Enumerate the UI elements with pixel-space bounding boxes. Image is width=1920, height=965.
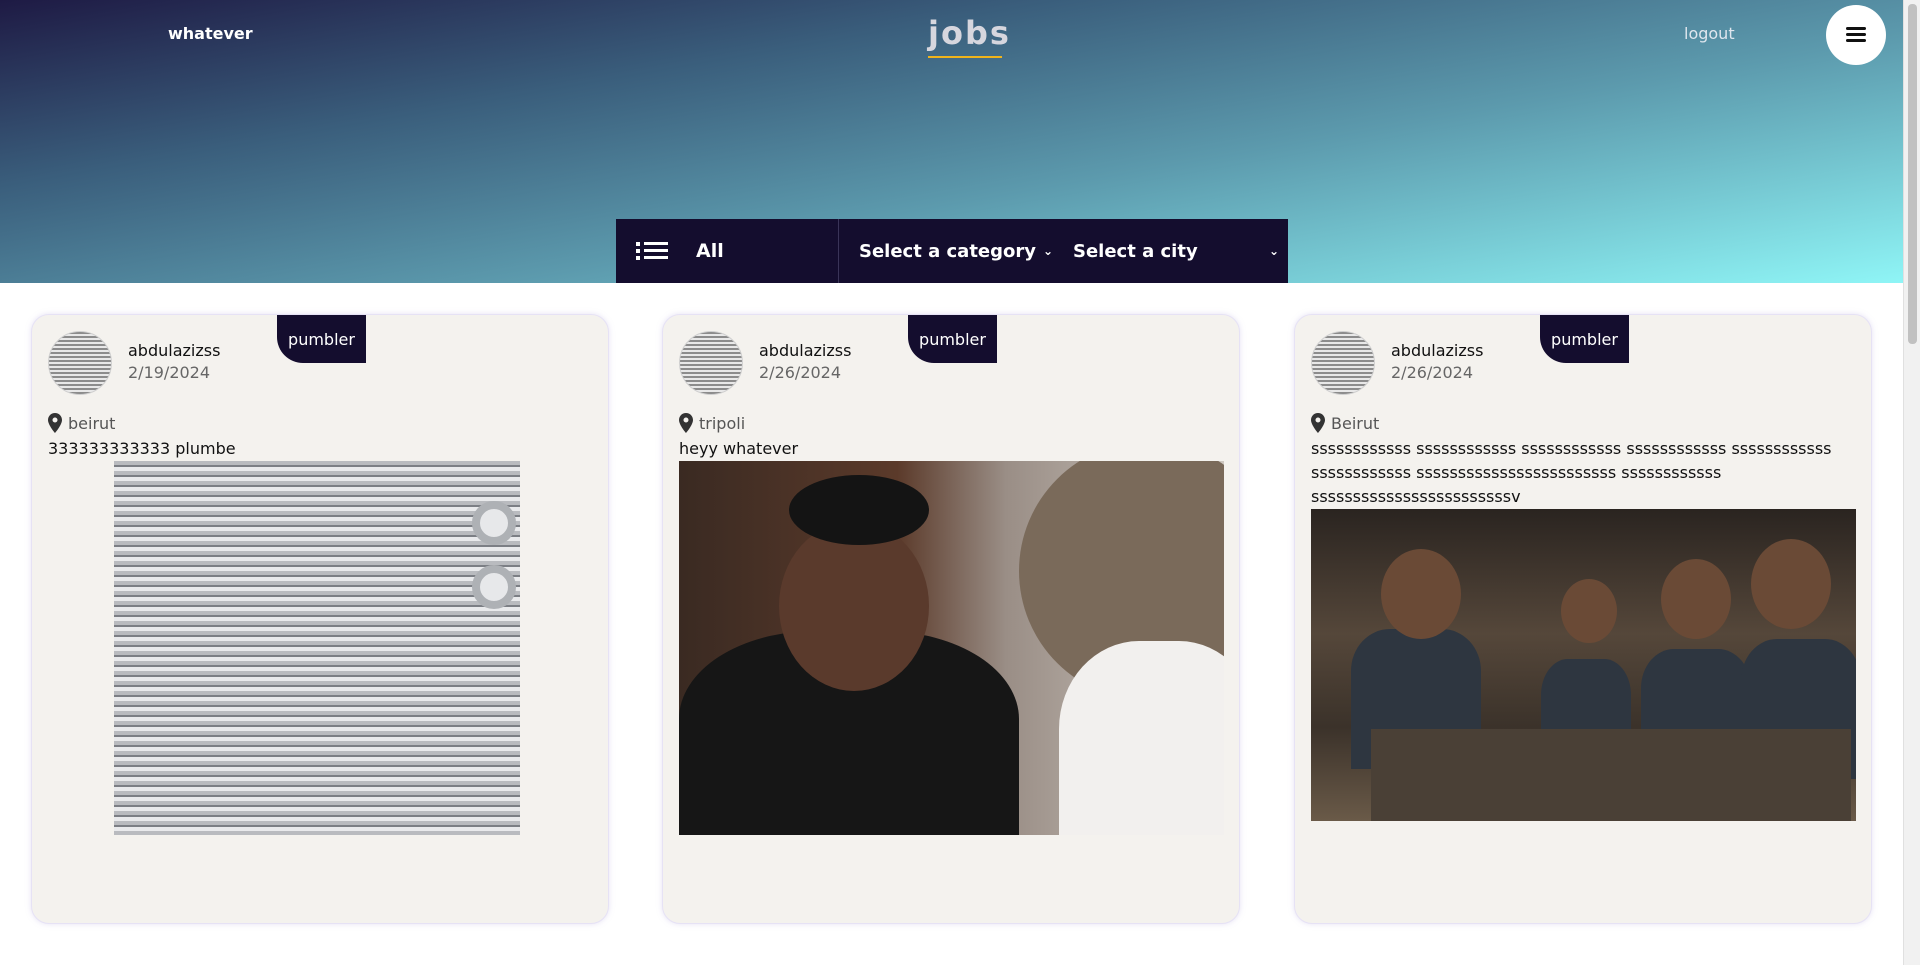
username[interactable]: abdulazizss: [128, 341, 220, 360]
location: tripoli: [679, 413, 745, 433]
category-badge: pumbler: [908, 315, 997, 363]
post-description: ssssssssssss ssssssssssss ssssssssssss s…: [1311, 439, 1832, 506]
post-image[interactable]: [1311, 509, 1856, 821]
category-badge: pumbler: [1540, 315, 1629, 363]
avatar[interactable]: [679, 331, 743, 395]
post-card[interactable]: pumbler abdulazizss 2/26/2024 Beirut sss…: [1294, 314, 1872, 924]
post-date: 2/19/2024: [128, 363, 211, 382]
scrollbar-thumb[interactable]: [1908, 4, 1917, 344]
logo[interactable]: jobs: [928, 14, 1011, 52]
city-select[interactable]: Select a city ⌄: [1063, 219, 1287, 283]
hamburger-icon: [1846, 27, 1866, 43]
post-date: 2/26/2024: [1391, 363, 1474, 382]
location-label: tripoli: [699, 413, 746, 433]
city-select-label: Select a city: [1073, 240, 1198, 262]
logout-link[interactable]: logout: [1684, 24, 1735, 43]
menu-button[interactable]: [1826, 5, 1886, 65]
post-description: heyy whatever: [679, 439, 799, 458]
post-image[interactable]: [114, 461, 520, 835]
list-icon: [636, 240, 670, 262]
location-label: Beirut: [1331, 413, 1380, 433]
post-image[interactable]: [679, 461, 1224, 835]
location-label: beirut: [68, 413, 116, 433]
chevron-down-icon: ⌄: [1042, 244, 1053, 258]
username[interactable]: abdulazizss: [759, 341, 851, 360]
all-filter-button[interactable]: All: [616, 219, 839, 283]
post-card[interactable]: pumbler abdulazizss 2/19/2024 beirut 333…: [31, 314, 609, 924]
post-date: 2/26/2024: [759, 363, 842, 382]
avatar[interactable]: [48, 331, 112, 395]
location-pin-icon: [679, 413, 693, 433]
category-select[interactable]: Select a category ⌄: [839, 219, 1063, 283]
page-scrollbar[interactable]: [1903, 0, 1920, 965]
location: Beirut: [1311, 413, 1379, 433]
location: beirut: [48, 413, 115, 433]
chevron-down-icon: ⌄: [1268, 244, 1279, 258]
location-pin-icon: [1311, 413, 1325, 433]
site-name[interactable]: whatever: [168, 24, 253, 43]
post-card[interactable]: pumbler abdulazizss 2/26/2024 tripoli he…: [662, 314, 1240, 924]
location-pin-icon: [48, 413, 62, 433]
category-select-label: Select a category: [859, 240, 1036, 262]
category-badge: pumbler: [277, 315, 366, 363]
filter-bar: All Select a category ⌄ Select a city ⌄: [616, 219, 1288, 283]
all-label: All: [696, 240, 724, 262]
logo-underline: [928, 56, 1002, 58]
avatar[interactable]: [1311, 331, 1375, 395]
post-description: 333333333333 plumbe: [48, 439, 236, 458]
header-hero: whatever jobs logout All Select a catego…: [0, 0, 1903, 283]
username[interactable]: abdulazizss: [1391, 341, 1483, 360]
